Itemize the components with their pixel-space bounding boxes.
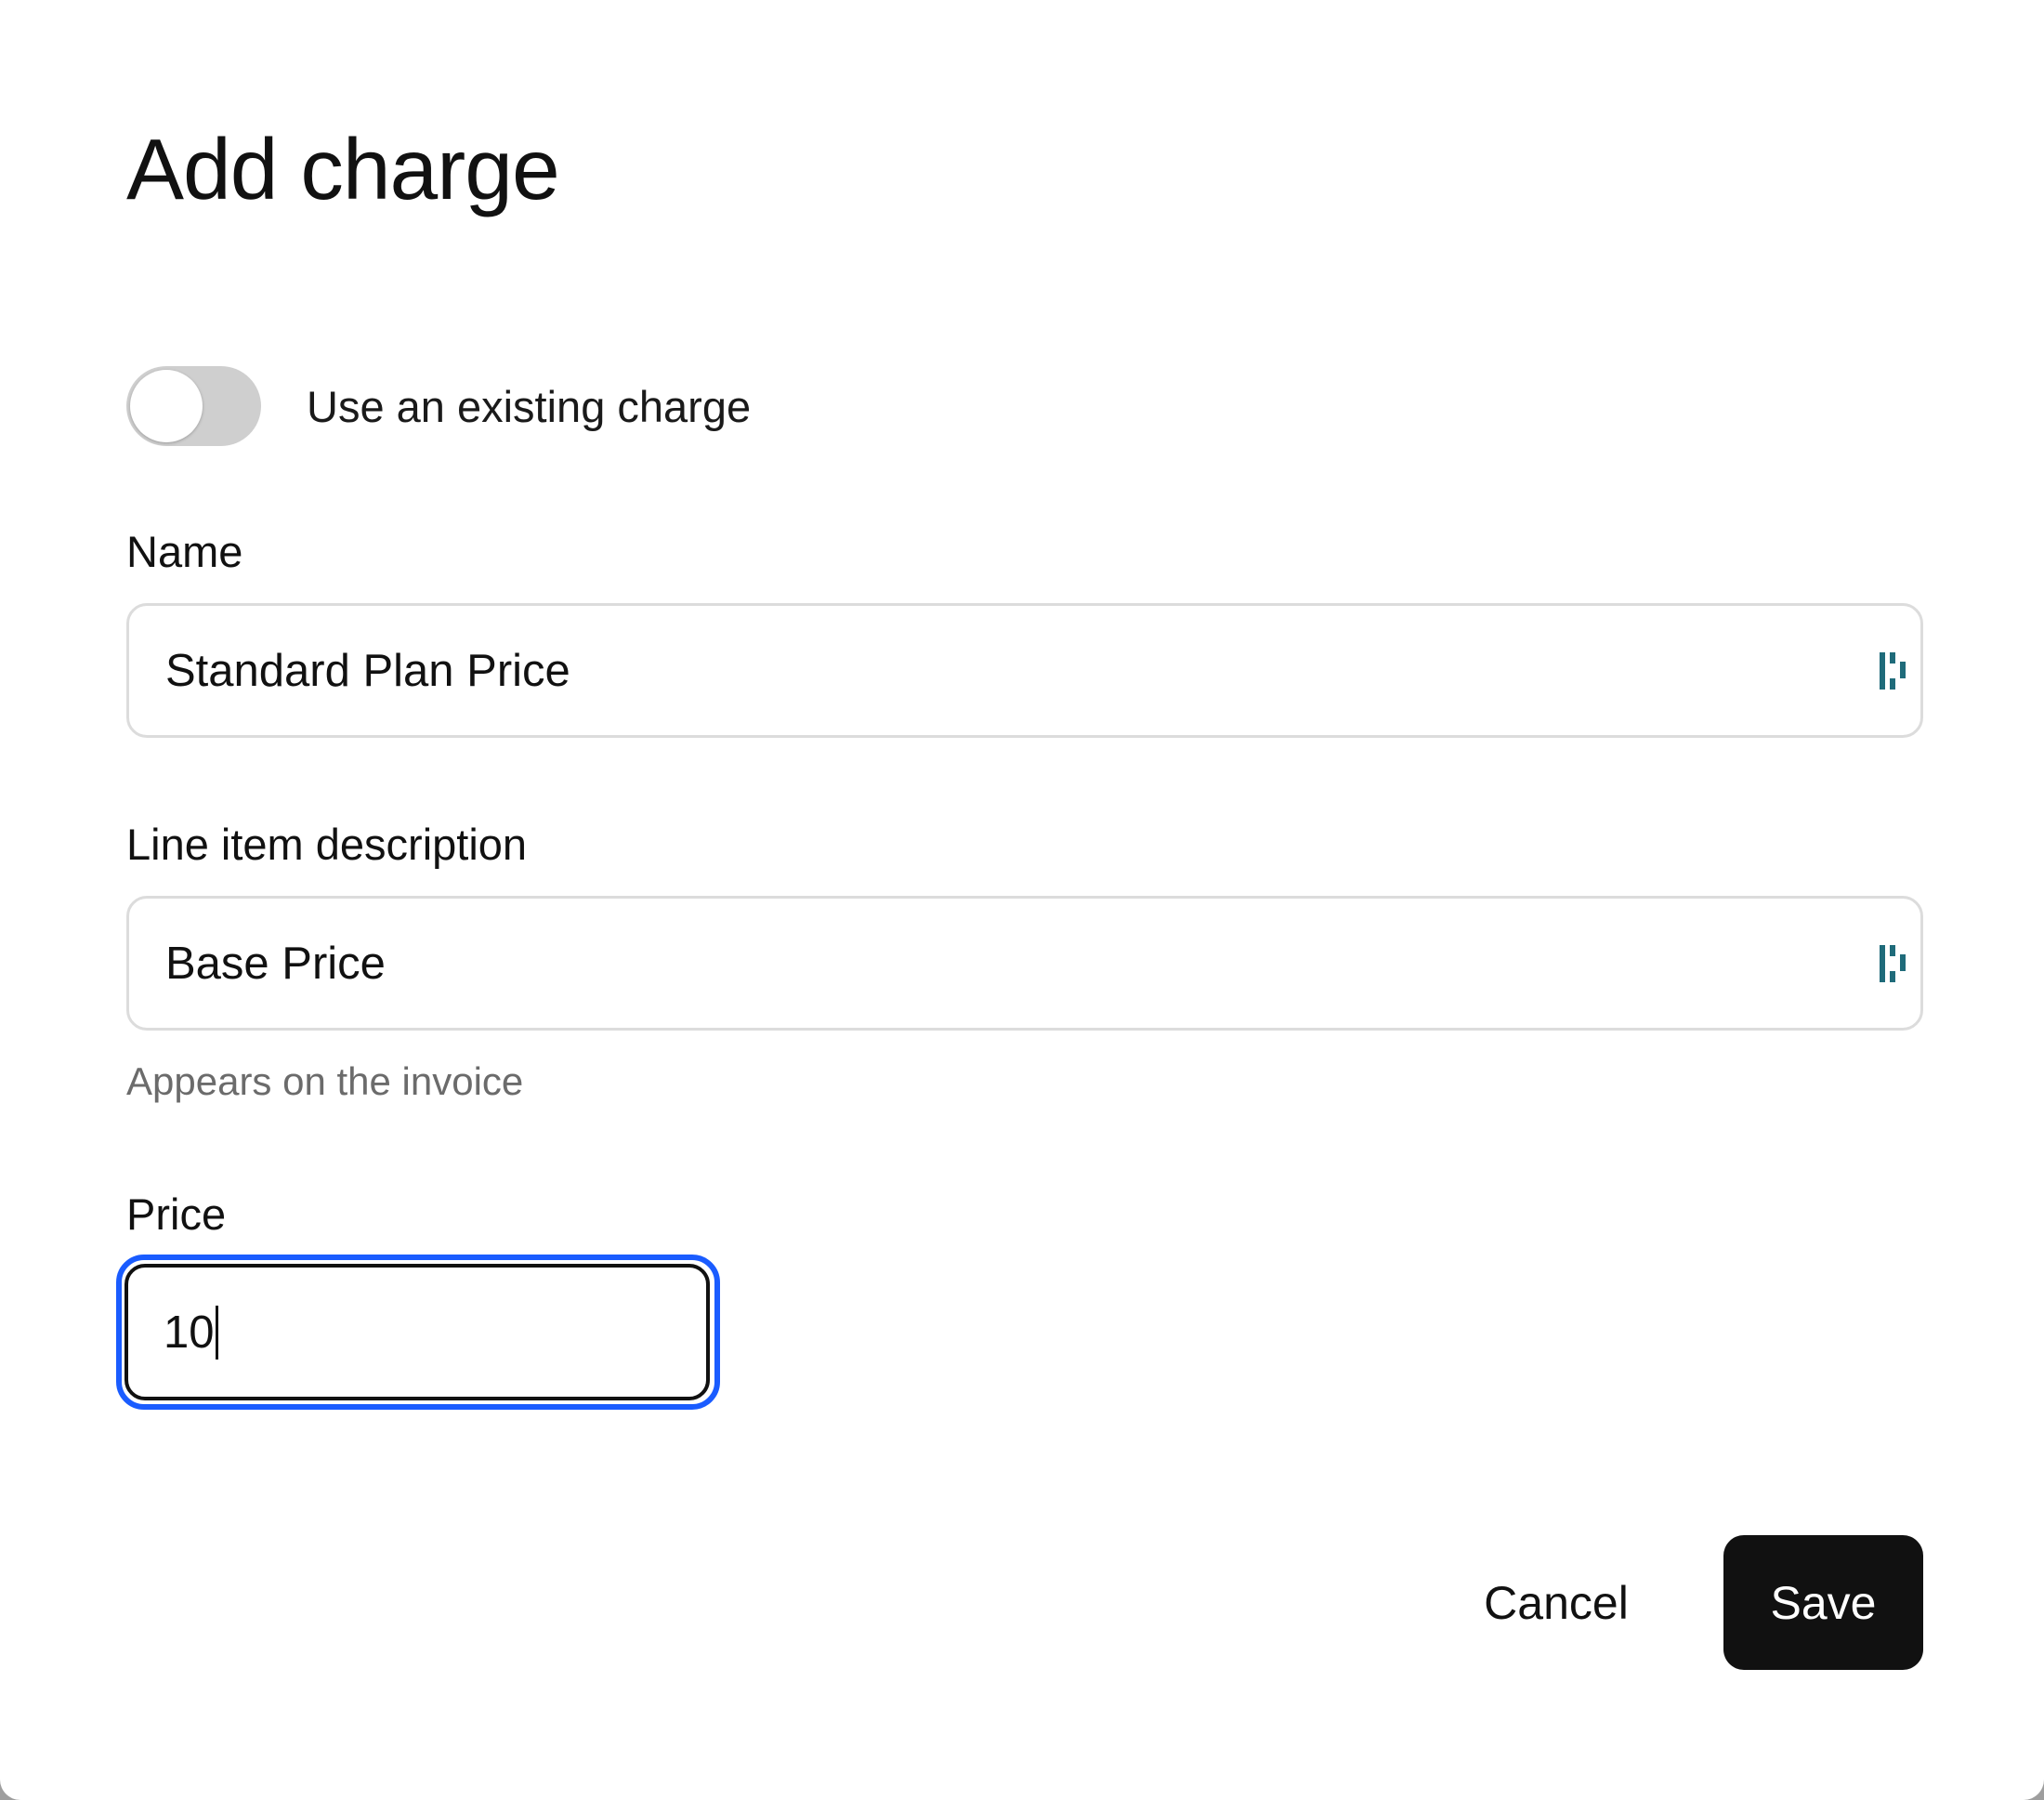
price-field-value: 10 xyxy=(164,1307,215,1358)
variable-insert-icon[interactable] xyxy=(1877,943,1908,984)
toggle-knob xyxy=(130,370,203,442)
line-item-description-value: Base Price xyxy=(165,938,386,989)
cancel-button[interactable]: Cancel xyxy=(1449,1535,1663,1670)
price-field[interactable]: 10 xyxy=(124,1264,710,1400)
name-field-value: Standard Plan Price xyxy=(165,645,570,696)
variable-insert-icon[interactable] xyxy=(1877,650,1908,691)
text-caret xyxy=(215,1305,218,1360)
dialog-title: Add charge xyxy=(126,121,560,217)
existing-charge-toggle-label: Use an existing charge xyxy=(307,381,752,431)
existing-charge-toggle[interactable] xyxy=(126,366,261,446)
price-field-label: Price xyxy=(126,1189,227,1239)
line-item-helper-text: Appears on the invoice xyxy=(126,1059,524,1103)
save-button[interactable]: Save xyxy=(1723,1535,1923,1670)
name-field-label: Name xyxy=(126,527,243,576)
line-item-description-field[interactable]: Base Price xyxy=(126,896,1923,1031)
add-charge-dialog: Add charge Use an existing charge Name S… xyxy=(0,0,2044,1800)
existing-charge-toggle-row: Use an existing charge xyxy=(126,366,751,446)
line-item-description-label: Line item description xyxy=(126,820,528,869)
name-field[interactable]: Standard Plan Price xyxy=(126,603,1923,738)
